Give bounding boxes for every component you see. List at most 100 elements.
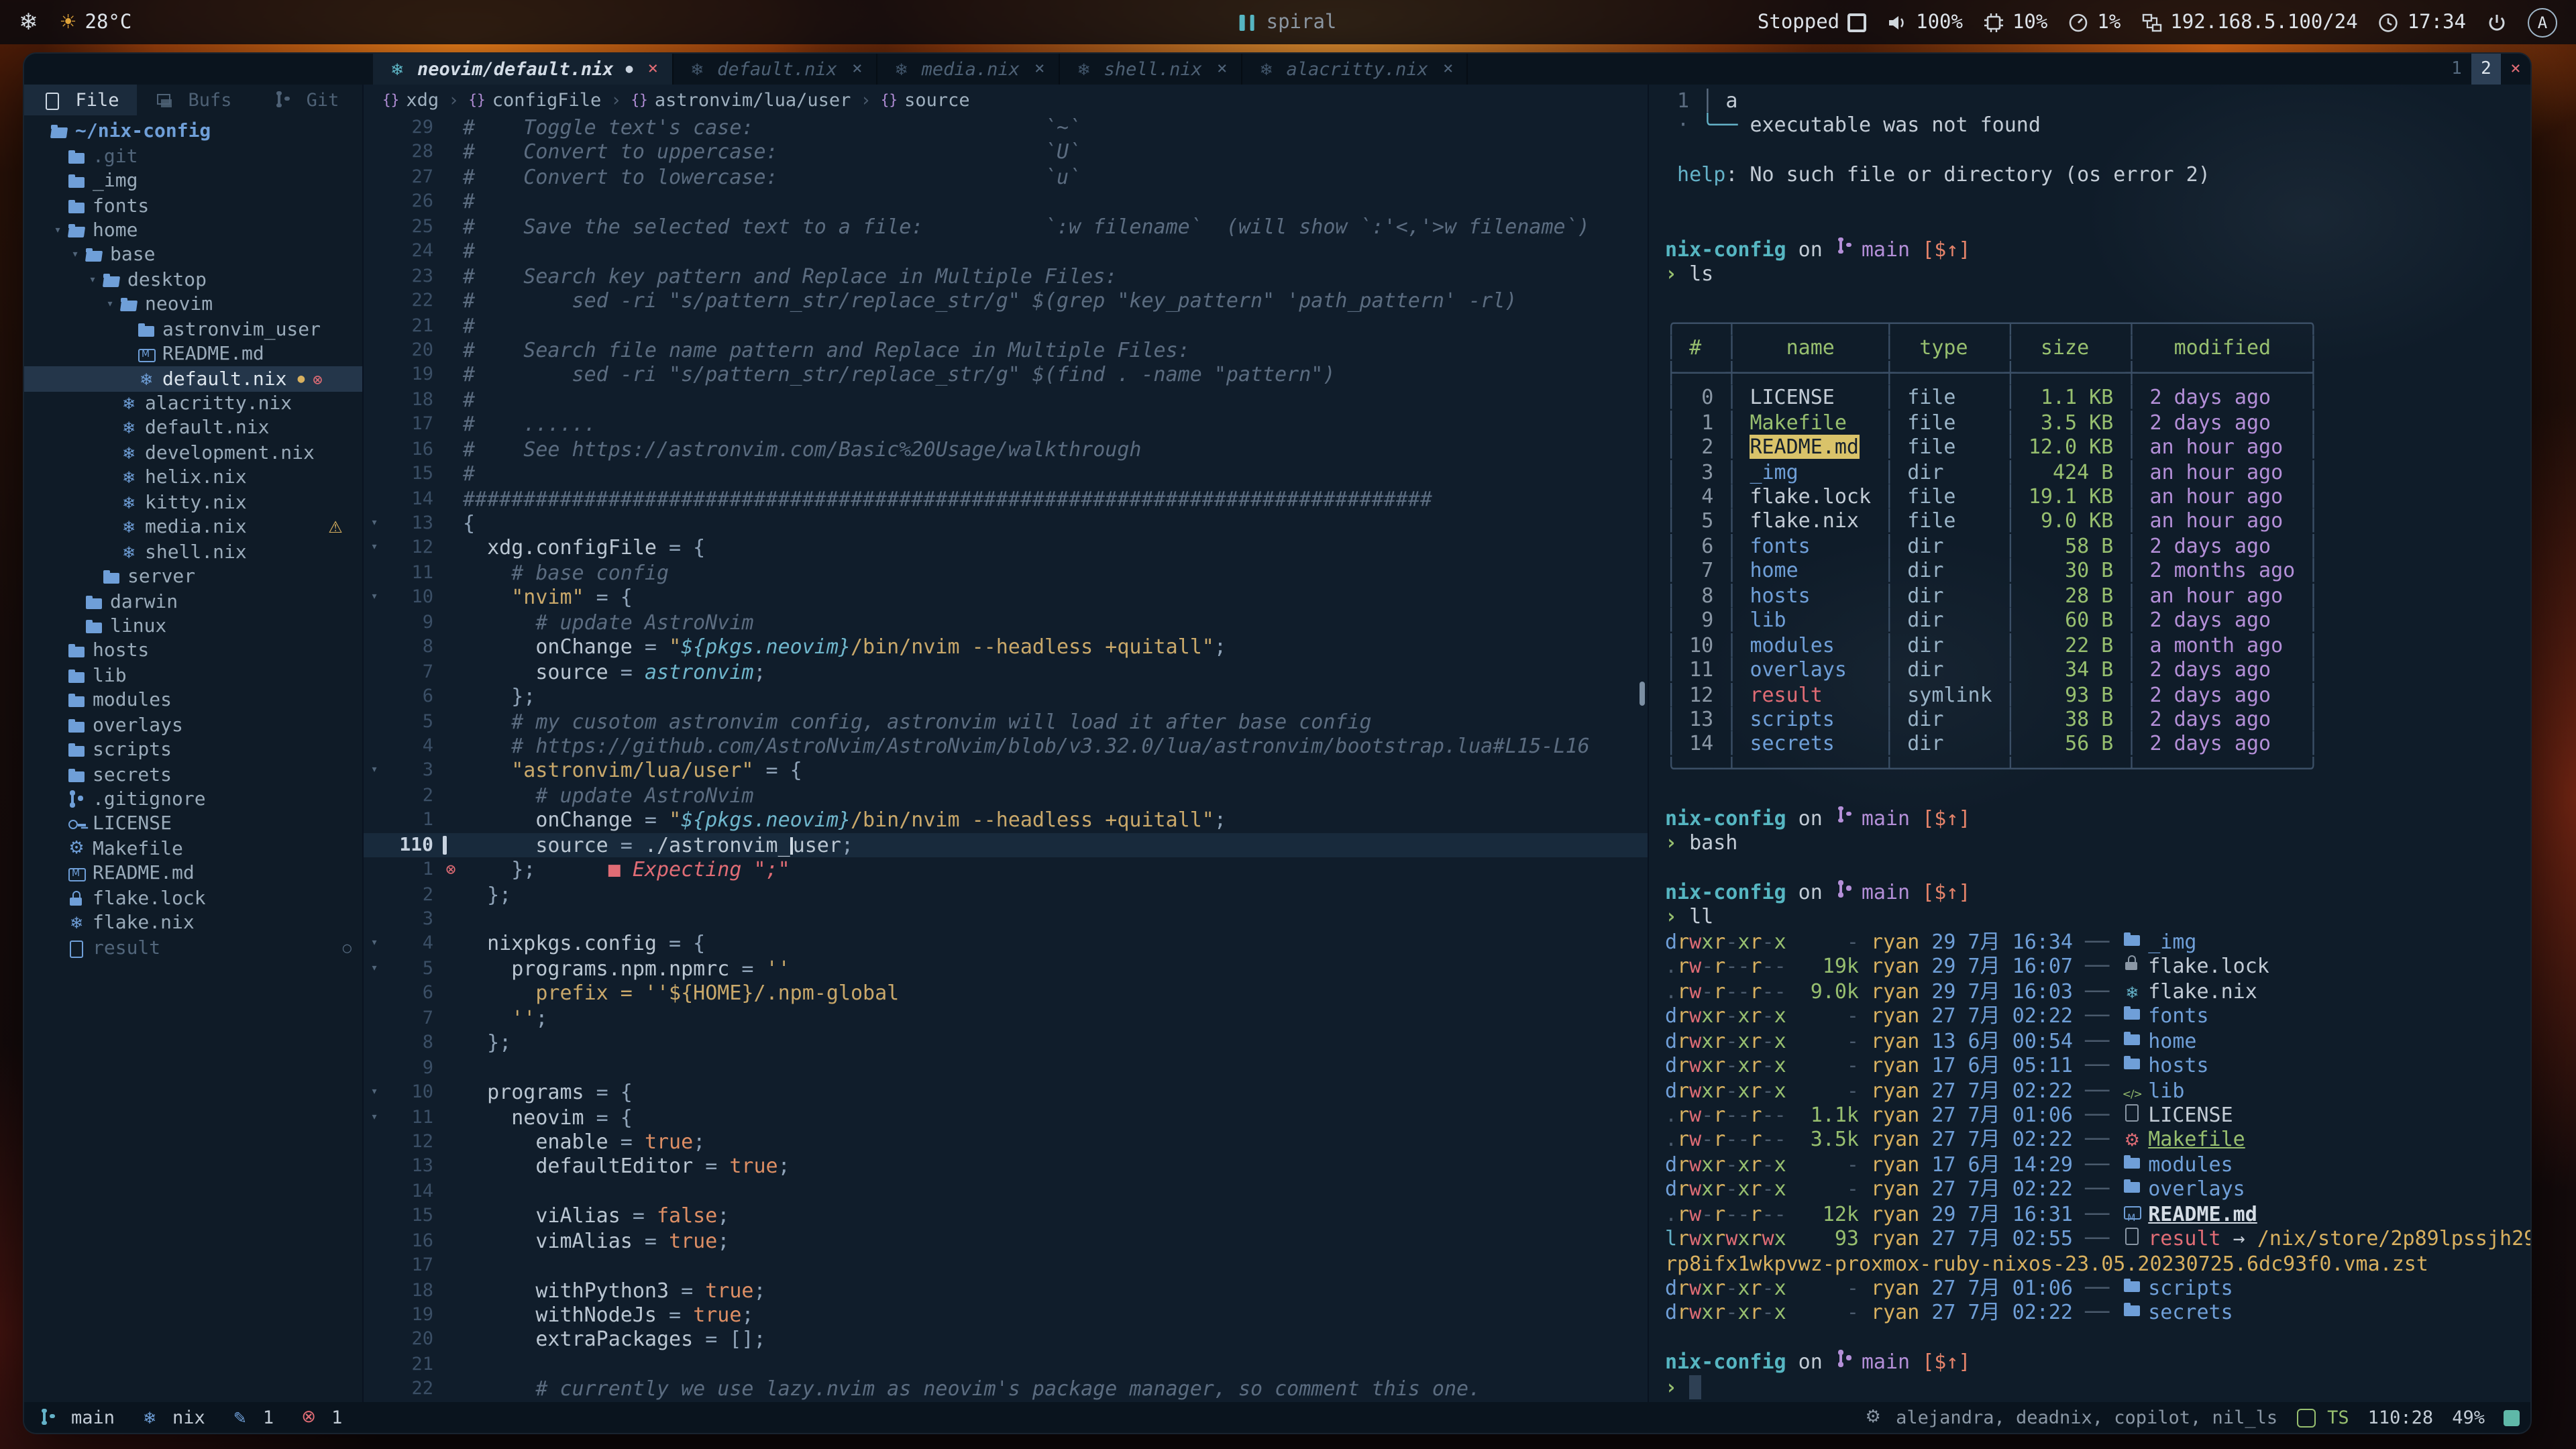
editor-line[interactable]: 17 bbox=[364, 1253, 1648, 1278]
tree-item-LICENSE[interactable]: LICENSE bbox=[24, 812, 362, 837]
tabpage-2[interactable]: 2 bbox=[2471, 54, 2501, 85]
tree-item-base[interactable]: ▾base bbox=[24, 243, 362, 268]
tree-item-kitty.nix[interactable]: kitty.nix bbox=[24, 490, 362, 515]
editor-line[interactable]: 7 source = astronvim; bbox=[364, 659, 1648, 684]
scrollbar-thumb[interactable] bbox=[1640, 682, 1645, 706]
tree-item-flake.nix[interactable]: flake.nix bbox=[24, 911, 362, 936]
status-git-branch[interactable]: main bbox=[38, 1407, 115, 1428]
editor-line[interactable]: 24# bbox=[364, 239, 1648, 264]
editor-line[interactable]: 27# Convert to lowercase: `u` bbox=[364, 165, 1648, 190]
player-status-widget[interactable]: Stopped bbox=[1758, 11, 1866, 33]
editor-line[interactable]: 25# Save the selected text to a file: `:… bbox=[364, 215, 1648, 239]
tab-neovim/default.nix[interactable]: neovim/default.nix●× bbox=[373, 54, 673, 85]
editor-line[interactable]: 18 withPython3 = true; bbox=[364, 1278, 1648, 1303]
editor-line[interactable]: 21# bbox=[364, 313, 1648, 338]
tree-item-result[interactable]: result○ bbox=[24, 936, 362, 961]
editor-line[interactable]: 9 # update AstroNvim bbox=[364, 610, 1648, 635]
status-cursor-position[interactable]: 110:28 bbox=[2368, 1407, 2434, 1428]
tree-item-default.nix[interactable]: default.nix bbox=[24, 417, 362, 441]
close-icon[interactable]: × bbox=[852, 59, 863, 79]
close-icon[interactable]: × bbox=[1034, 59, 1045, 79]
editor-line[interactable]: ▾4 nixpkgs.config = { bbox=[364, 932, 1648, 957]
tree-item-fonts[interactable]: fonts bbox=[24, 194, 362, 219]
tree-item-home[interactable]: ▾home bbox=[24, 219, 362, 244]
editor-line[interactable]: 13 defaultEditor = true; bbox=[364, 1155, 1648, 1179]
editor-line[interactable]: 20 extraPackages = []; bbox=[364, 1328, 1648, 1352]
close-icon[interactable]: × bbox=[2501, 54, 2530, 85]
user-avatar[interactable]: A bbox=[2528, 7, 2557, 37]
tree-item-README.md[interactable]: README.md bbox=[24, 342, 362, 367]
tab-alacritty.nix[interactable]: alacritty.nix× bbox=[1242, 54, 1468, 85]
editor-line[interactable]: 1⊗ }; ■ Expecting ";" bbox=[364, 857, 1648, 882]
editor-line[interactable]: ▾5 programs.npm.npmrc = '' bbox=[364, 957, 1648, 981]
tree-item-secrets[interactable]: secrets bbox=[24, 763, 362, 788]
tree-item-flake.lock[interactable]: flake.lock bbox=[24, 886, 362, 911]
tree-item-.gitignore[interactable]: .gitignore bbox=[24, 788, 362, 812]
editor-line[interactable]: ▾12 xdg.configFile = { bbox=[364, 536, 1648, 561]
tree-item-.git[interactable]: .git bbox=[24, 144, 362, 169]
editor-line[interactable]: 28# Convert to uppercase: `U` bbox=[364, 140, 1648, 165]
breadcrumb-source[interactable]: {}source bbox=[881, 89, 970, 111]
editor-line[interactable]: 20# Search file name pattern and Replace… bbox=[364, 338, 1648, 363]
tab-shell.nix[interactable]: shell.nix× bbox=[1060, 54, 1242, 85]
tree-item-server[interactable]: server bbox=[24, 565, 362, 590]
status-filetype[interactable]: nix bbox=[139, 1407, 205, 1428]
editor-line[interactable]: 4 # https://github.com/AstroNvim/AstroNv… bbox=[364, 734, 1648, 759]
tree-item-hosts[interactable]: hosts bbox=[24, 639, 362, 663]
close-icon[interactable]: × bbox=[647, 59, 658, 79]
network-widget[interactable]: 192.168.5.100/24 bbox=[2141, 11, 2357, 33]
tab-media.nix[interactable]: media.nix× bbox=[877, 54, 1060, 85]
editor-line[interactable]: 2 }; bbox=[364, 882, 1648, 907]
editor-line[interactable]: 2 # update AstroNvim bbox=[364, 784, 1648, 808]
tree-item-helix.nix[interactable]: helix.nix bbox=[24, 466, 362, 490]
status-scroll-percent[interactable]: 49% bbox=[2452, 1407, 2485, 1428]
sidebar-tab-git[interactable]: Git bbox=[250, 85, 362, 115]
editor-line[interactable]: 8 onChange = "${pkgs.neovim}/bin/nvim --… bbox=[364, 635, 1648, 659]
tree-item-neovim[interactable]: ▾neovim bbox=[24, 292, 362, 317]
editor-line[interactable]: 19 withNodeJs = true; bbox=[364, 1303, 1648, 1328]
tree-item-Makefile[interactable]: Makefile bbox=[24, 837, 362, 861]
editor-line[interactable]: 1 onChange = "${pkgs.neovim}/bin/nvim --… bbox=[364, 808, 1648, 833]
editor-line[interactable]: 22 # currently we use lazy.nvim as neovi… bbox=[364, 1377, 1648, 1402]
tree-item-desktop[interactable]: ▾desktop bbox=[24, 268, 362, 292]
editor-line[interactable]: 16# See https://astronvim.com/Basic%20Us… bbox=[364, 437, 1648, 462]
editor-line[interactable]: 12 enable = true; bbox=[364, 1130, 1648, 1155]
tree-item-scripts[interactable]: scripts bbox=[24, 738, 362, 763]
editor-line[interactable]: 14######################################… bbox=[364, 486, 1648, 511]
editor-line[interactable]: 29# Toggle text's case: `~` bbox=[364, 115, 1648, 140]
editor-line[interactable]: 15 viAlias = false; bbox=[364, 1204, 1648, 1229]
editor-line[interactable]: 5 # my cusotom astronvim config, astronv… bbox=[364, 709, 1648, 734]
breadcrumb-astronvim/lua/user[interactable]: {}astronvim/lua/user bbox=[631, 89, 851, 111]
tree-item-darwin[interactable]: darwin bbox=[24, 590, 362, 614]
editor-line[interactable]: ▾10 programs = { bbox=[364, 1080, 1648, 1105]
tree-item-default.nix[interactable]: default.nix●⊗ bbox=[24, 367, 362, 392]
editor-line[interactable]: 11 # base config bbox=[364, 561, 1648, 586]
tree-item-shell.nix[interactable]: shell.nix bbox=[24, 540, 362, 565]
editor-line[interactable]: 17# ...... bbox=[364, 413, 1648, 437]
breadcrumb-xdg[interactable]: {}xdg bbox=[382, 89, 439, 111]
editor-line[interactable]: 6 prefix = ''${HOME}/.npm-global bbox=[364, 981, 1648, 1006]
status-error-count[interactable]: 1 bbox=[298, 1407, 342, 1428]
editor-line[interactable]: 23# Search key pattern and Replace in Mu… bbox=[364, 264, 1648, 288]
status-treesitter[interactable]: TS bbox=[2296, 1407, 2349, 1428]
editor-line[interactable]: ▾3 "astronvim/lua/user" = { bbox=[364, 759, 1648, 784]
temperature-widget[interactable]: ☀ 28°C bbox=[60, 11, 132, 33]
tree-item-README.md[interactable]: README.md bbox=[24, 861, 362, 886]
editor-line[interactable]: 19# sed -ri "s/pattern_str/replace_str/g… bbox=[364, 363, 1648, 388]
editor-line[interactable]: ▾11 neovim = { bbox=[364, 1105, 1648, 1130]
tree-item-~/nix-config[interactable]: ~/nix-config bbox=[24, 119, 362, 144]
sidebar-tab-bufs[interactable]: Bufs bbox=[137, 85, 250, 115]
terminal-pane[interactable]: 1 │ a · ╰── executable was not found hel… bbox=[1648, 85, 2530, 1402]
tree-item-astronvim_user[interactable]: astronvim_user bbox=[24, 317, 362, 342]
editor-pane[interactable]: {}xdg›{}configFile›{}astronvim/lua/user›… bbox=[364, 85, 1648, 1402]
editor-line[interactable]: 110 source = ./astronvim_user; bbox=[364, 833, 1648, 857]
editor-line[interactable]: 16 vimAlias = true; bbox=[364, 1228, 1648, 1253]
memory-widget[interactable]: 10% bbox=[1983, 11, 2047, 33]
tree-item-development.nix[interactable]: development.nix bbox=[24, 441, 362, 466]
editor-line[interactable]: 7 ''; bbox=[364, 1006, 1648, 1031]
editor-line[interactable]: ▾10 "nvim" = { bbox=[364, 586, 1648, 610]
tree-item-alacritty.nix[interactable]: alacritty.nix bbox=[24, 392, 362, 417]
tab-default.nix[interactable]: default.nix× bbox=[673, 54, 877, 85]
status-modified-count[interactable]: 1 bbox=[229, 1407, 274, 1428]
editor-line[interactable]: 14 bbox=[364, 1179, 1648, 1204]
